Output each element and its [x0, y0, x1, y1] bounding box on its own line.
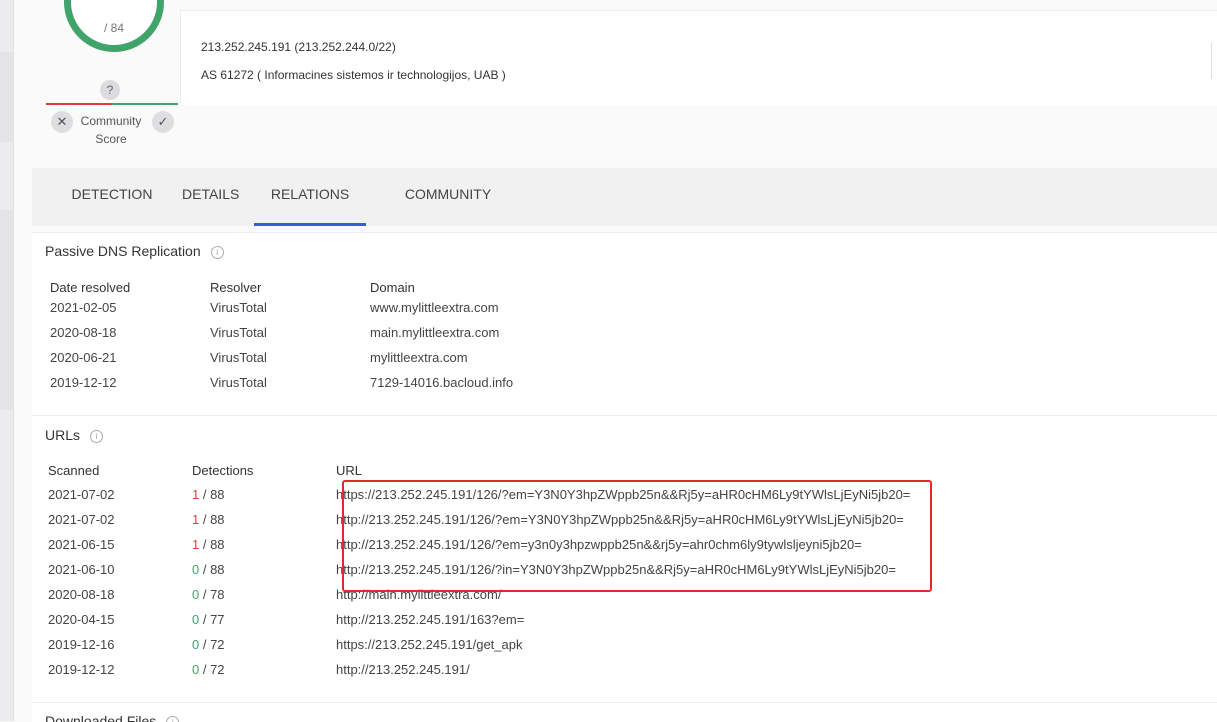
tab-community[interactable]: COMMUNITY	[404, 168, 492, 226]
dns-resolver: VirusTotal	[210, 375, 267, 390]
rail-segment	[0, 52, 13, 142]
url-scanned-date: 2019-12-12	[48, 662, 115, 677]
annotation-highlight-box	[342, 480, 932, 592]
dns-date: 2021-02-05	[50, 300, 117, 315]
ip-address: 213.252.245.191 (213.252.244.0/22)	[201, 40, 396, 54]
info-icon[interactable]: i	[166, 715, 180, 722]
url-detection-ratio: 1 / 88	[192, 537, 225, 552]
column-header-detections: Detections	[192, 463, 254, 478]
divider	[1211, 43, 1212, 79]
dns-domain-link[interactable]: www.mylittleextra.com	[370, 300, 499, 315]
tab-detection[interactable]: DETECTION	[67, 168, 157, 226]
community-score-label: Community Score	[80, 114, 142, 146]
as-owner: AS 61272 ( Informacines sistemos ir tech…	[201, 68, 506, 82]
url-scanned-date: 2021-07-02	[48, 512, 115, 527]
column-header-url: URL	[336, 463, 363, 478]
downloaded-files-section: Downloaded Filesi	[32, 702, 1217, 722]
url-scanned-date: 2021-07-02	[48, 487, 115, 502]
score-panel: 0 / 84 ? ✕ Community Score ✓	[32, 0, 182, 160]
url-scanned-date: 2020-04-15	[48, 612, 115, 627]
column-header-date: Date resolved	[50, 280, 131, 295]
url-link[interactable]: http://213.252.245.191/	[336, 662, 470, 677]
url-scanned-date: 2020-08-18	[48, 587, 115, 602]
dns-date: 2019-12-12	[50, 375, 117, 390]
url-link[interactable]: https://213.252.245.191/get_apk	[336, 637, 523, 652]
dns-domain-link[interactable]: 7129-14016.bacloud.info	[370, 375, 513, 390]
detection-total: / 84	[103, 21, 124, 35]
community-score-bar	[46, 103, 178, 106]
info-icon[interactable]: i	[90, 429, 104, 443]
close-icon: ✕	[56, 114, 68, 129]
vote-harmless-button[interactable]: ✓	[152, 111, 174, 133]
community-score-value: ?	[100, 80, 120, 100]
column-header-scanned: Scanned	[48, 463, 100, 478]
detection-gauge: 0 / 84	[64, 0, 164, 52]
url-detection-ratio: 0 / 88	[192, 562, 225, 577]
url-detection-ratio: 0 / 72	[192, 637, 225, 652]
tab-relations[interactable]: RELATIONS	[254, 168, 366, 226]
url-scanned-date: 2019-12-16	[48, 637, 115, 652]
url-detection-ratio: 1 / 88	[192, 487, 225, 502]
main-content: 0 / 84 ? ✕ Community Score ✓ 213.252.245…	[14, 0, 1217, 722]
dns-resolver: VirusTotal	[210, 325, 267, 340]
vote-malicious-button[interactable]: ✕	[51, 111, 73, 133]
info-icon[interactable]: i	[210, 245, 224, 259]
rail-segment	[0, 210, 13, 410]
column-header-domain: Domain	[370, 280, 415, 295]
url-scanned-date: 2021-06-15	[48, 537, 115, 552]
passive-dns-section: Passive DNS Replication i Date resolved R…	[32, 232, 1217, 415]
url-detection-ratio: 0 / 78	[192, 587, 225, 602]
dns-resolver: VirusTotal	[210, 300, 267, 315]
url-link[interactable]: http://213.252.245.191/163?em=	[336, 612, 524, 627]
dns-domain-link[interactable]: mylittleextra.com	[370, 350, 468, 365]
dns-resolver: VirusTotal	[210, 350, 267, 365]
section-title: URLs i	[45, 427, 104, 443]
column-header-resolver: Resolver	[210, 280, 262, 295]
tab-details[interactable]: DETAILS	[182, 168, 239, 226]
check-icon: ✓	[157, 114, 169, 129]
dns-date: 2020-08-18	[50, 325, 117, 340]
section-title: Passive DNS Replication i	[45, 243, 224, 259]
left-rail	[0, 0, 14, 721]
dns-date: 2020-06-21	[50, 350, 117, 365]
ip-info-card: 213.252.245.191 (213.252.244.0/22) AS 61…	[180, 10, 1217, 105]
url-scanned-date: 2021-06-10	[48, 562, 115, 577]
dns-domain-link[interactable]: main.mylittleextra.com	[370, 325, 499, 340]
url-detection-ratio: 0 / 72	[192, 662, 225, 677]
url-detection-ratio: 1 / 88	[192, 512, 225, 527]
url-detection-ratio: 0 / 77	[192, 612, 225, 627]
tab-bar: DETECTION DETAILS RELATIONS COMMUNITY	[32, 168, 1217, 226]
